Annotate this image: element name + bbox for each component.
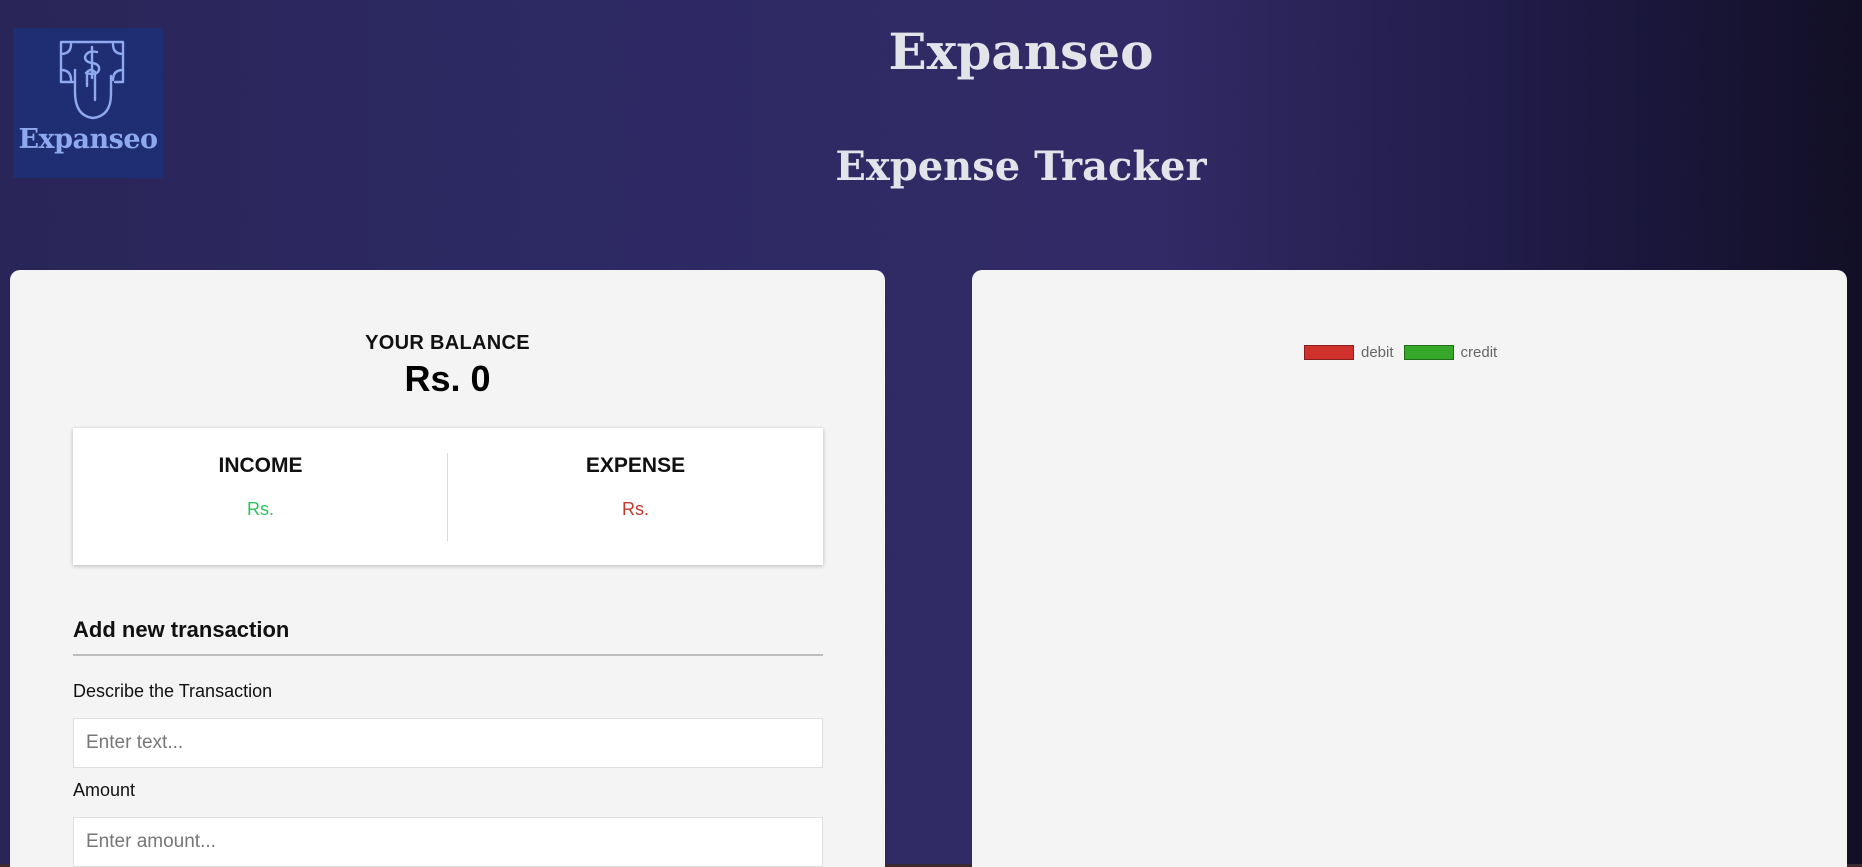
description-label: Describe the Transaction	[73, 681, 273, 701]
chart-legend: debit credit	[1304, 344, 1507, 361]
legend-label-debit: debit	[1361, 344, 1394, 361]
legend-swatch-credit	[1403, 345, 1454, 360]
transactions-panel: YOUR BALANCE Rs. 0 INCOME Rs. EXPENSE Rs…	[10, 270, 885, 867]
income-label: INCOME	[218, 454, 303, 477]
chart-panel: debit credit	[972, 270, 1847, 867]
money-hand-icon	[59, 40, 125, 120]
balance-label: YOUR BALANCE	[365, 332, 530, 354]
app-logo[interactable]: Expanseo	[13, 28, 163, 178]
income-summary: INCOME Rs.	[73, 428, 448, 565]
legend-label-credit: credit	[1460, 344, 1498, 361]
legend-swatch-debit	[1304, 345, 1354, 360]
section-divider	[73, 654, 823, 656]
amount-label: Amount	[73, 780, 136, 800]
add-transaction-heading: Add new transaction	[73, 617, 290, 642]
expense-summary: EXPENSE Rs.	[448, 428, 823, 565]
amount-input[interactable]	[73, 817, 823, 867]
income-expense-card: INCOME Rs. EXPENSE Rs.	[73, 428, 823, 565]
balance-value: Rs. 0	[404, 358, 491, 399]
expense-label: EXPENSE	[585, 454, 686, 477]
description-input[interactable]	[73, 718, 823, 768]
page-title: Expanseo	[888, 22, 1154, 81]
logo-text: Expanseo	[18, 124, 158, 155]
legend-item-credit[interactable]: credit	[1403, 344, 1498, 361]
page-subtitle: Expense Tracker	[835, 143, 1207, 190]
expense-value: Rs.	[622, 499, 649, 519]
income-value: Rs.	[247, 499, 274, 519]
legend-item-debit[interactable]: debit	[1304, 344, 1394, 361]
